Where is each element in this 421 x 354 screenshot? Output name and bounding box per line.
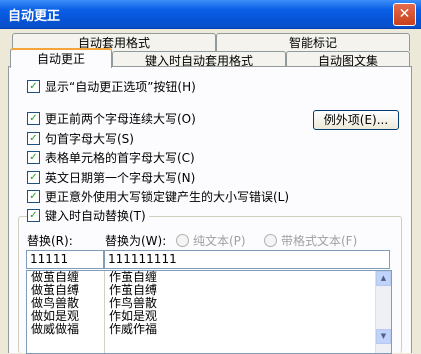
option-caps-lock[interactable]: ✓ 更正意外使用大写锁定键产生的大小写错误(L): [27, 189, 289, 205]
option-capitalize-days[interactable]: ✓ 英文日期第一个字母大写(N): [27, 170, 195, 186]
list-item[interactable]: 做鸟兽散 作鸟兽散: [27, 297, 391, 310]
close-icon: ✕: [398, 6, 411, 22]
scrollbar[interactable]: ▲ ▼: [375, 271, 391, 353]
list-item[interactable]: 做茧自缠 作茧自缠: [27, 271, 391, 284]
with-input[interactable]: 111111111: [104, 250, 390, 269]
checkbox[interactable]: ✓: [27, 151, 40, 164]
checkbox[interactable]: ✓: [27, 112, 40, 125]
option-show-button[interactable]: ✓ 显示“自动更正选项”按钮(H): [27, 79, 196, 95]
checkbox[interactable]: ✓: [27, 209, 40, 222]
option-capitalize-sentence[interactable]: ✓ 句首字母大写(S): [27, 131, 134, 147]
radio[interactable]: [176, 234, 189, 247]
checkbox[interactable]: ✓: [27, 132, 40, 145]
replace-input[interactable]: 11111: [26, 250, 104, 269]
list-item[interactable]: 做威做福 作威作福: [27, 323, 391, 336]
radio[interactable]: [264, 234, 277, 247]
tab-smart-tags[interactable]: 智能标记: [216, 33, 410, 51]
list-item[interactable]: 做如是观 作如是观: [27, 310, 391, 323]
exceptions-button[interactable]: 例外项(E)...: [313, 110, 399, 130]
checkbox[interactable]: ✓: [27, 190, 40, 203]
checkbox[interactable]: ✓: [27, 80, 40, 93]
title-bar: 自动更正 ✕: [0, 0, 421, 29]
list-item[interactable]: 做茧自缚 作茧自缚: [27, 284, 391, 297]
replace-label: 替换(R):: [27, 234, 73, 248]
plain-text-option[interactable]: 纯文本(P): [176, 232, 246, 249]
tab-autocorrect[interactable]: 自动更正: [10, 48, 112, 68]
with-label: 替换为(W):: [105, 234, 167, 248]
close-button[interactable]: ✕: [393, 3, 416, 26]
scroll-up-icon[interactable]: ▲: [376, 271, 391, 286]
replacement-list[interactable]: 做茧自缠 作茧自缠 做茧自缚 作茧自缚 做鸟兽散 作鸟兽散 做如是观 作如是观 做威做福…: [26, 270, 392, 354]
option-replace-as-type[interactable]: ✓ 键入时自动替换(T): [27, 208, 149, 224]
option-two-initial-caps[interactable]: ✓ 更正前两个字母连续大写(O): [27, 111, 196, 127]
window-title: 自动更正: [8, 9, 61, 24]
scroll-down-icon[interactable]: ▼: [376, 329, 391, 344]
checkbox[interactable]: ✓: [27, 171, 40, 184]
formatted-text-option[interactable]: 带格式文本(F): [264, 232, 357, 249]
option-capitalize-table-cells[interactable]: ✓ 表格单元格的首字母大写(C): [27, 150, 195, 166]
